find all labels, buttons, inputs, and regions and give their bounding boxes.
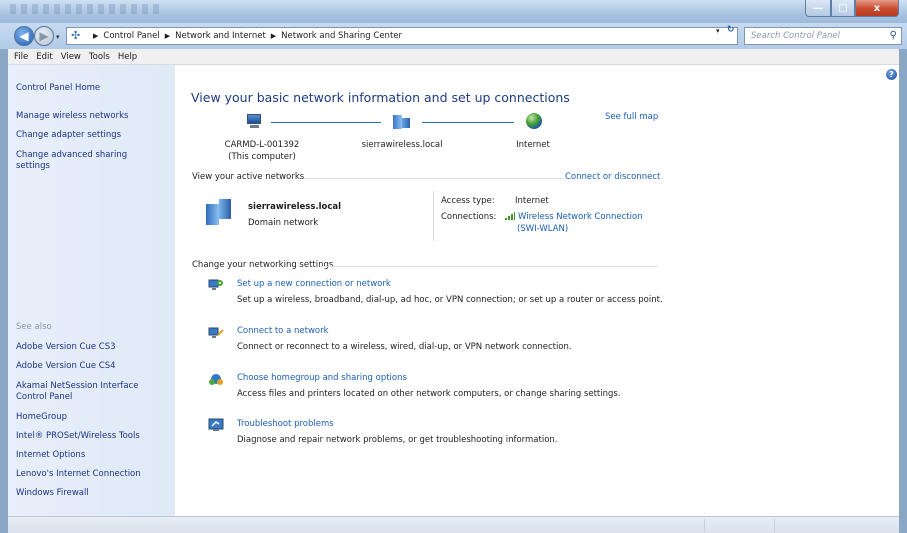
back-button[interactable]: ◀ bbox=[14, 26, 34, 46]
address-dropdown-icon[interactable]: ▾ bbox=[716, 27, 720, 35]
window-title-bar[interactable]: — □ x bbox=[0, 0, 907, 23]
forward-button[interactable]: ▶ bbox=[34, 26, 54, 46]
window-title-ghost bbox=[10, 4, 160, 14]
this-computer-label: (This computer) bbox=[228, 152, 296, 162]
active-network-type[interactable]: Domain network bbox=[248, 218, 318, 228]
see-also-adobe-cs4[interactable]: Adobe Version Cue CS4 bbox=[16, 361, 171, 372]
connect-network-icon[interactable] bbox=[208, 326, 224, 340]
menu-edit[interactable]: Edit bbox=[36, 52, 52, 62]
maximize-button[interactable]: □ bbox=[831, 0, 855, 17]
troubleshoot-problems-desc: Diagnose and repair network problems, or… bbox=[237, 435, 558, 445]
section-divider bbox=[305, 178, 563, 179]
menu-file[interactable]: File bbox=[14, 52, 28, 62]
vertical-divider bbox=[433, 191, 434, 241]
main-content: ? View your basic network information an… bbox=[175, 65, 899, 516]
breadcrumb-network-sharing-center[interactable]: Network and Sharing Center bbox=[281, 31, 402, 41]
connect-to-network-desc: Connect or reconnect to a wireless, wire… bbox=[237, 342, 572, 352]
task-pane: Control Panel Home Manage wireless netwo… bbox=[8, 65, 175, 516]
new-connection-icon[interactable] bbox=[208, 278, 224, 292]
homegroup-icon[interactable] bbox=[208, 372, 224, 386]
search-placeholder: Search Control Panel bbox=[751, 31, 841, 41]
homegroup-sharing-desc: Access files and printers located on oth… bbox=[237, 389, 621, 399]
troubleshoot-icon[interactable] bbox=[208, 418, 224, 432]
internet-globe-icon[interactable] bbox=[525, 113, 543, 129]
help-icon[interactable]: ? bbox=[886, 69, 897, 80]
search-input[interactable]: Search Control Panel ⚲ bbox=[744, 27, 902, 45]
see-also-lenovo[interactable]: Lenovo's Internet Connection bbox=[16, 469, 171, 480]
control-panel-icon: ✣ bbox=[71, 29, 81, 42]
see-also-homegroup[interactable]: HomeGroup bbox=[16, 412, 171, 423]
active-networks-title: View your active networks bbox=[192, 172, 305, 182]
minimize-button[interactable]: — bbox=[805, 0, 831, 17]
window-controls: — □ x bbox=[805, 0, 899, 17]
breadcrumb-control-panel[interactable]: Control Panel bbox=[103, 31, 159, 41]
breadcrumb-chevron-icon[interactable]: ▶ bbox=[93, 32, 98, 40]
access-type-value: Internet bbox=[515, 196, 549, 206]
see-also-internet-options[interactable]: Internet Options bbox=[16, 450, 171, 461]
wireless-connection-name[interactable]: Wireless Network Connection bbox=[518, 212, 643, 222]
status-divider bbox=[774, 519, 775, 532]
setup-new-connection-desc: Set up a wireless, broadband, dial-up, a… bbox=[237, 295, 663, 305]
navigation-bar: ◀ ▶ ▾ ✣ ▶ Control Panel ▶ Network and In… bbox=[0, 23, 907, 49]
menu-bar: File Edit View Tools Help bbox=[8, 49, 899, 65]
computer-name-label: CARMD-L-001392 bbox=[224, 140, 300, 150]
control-panel-home-link[interactable]: Control Panel Home bbox=[16, 83, 171, 94]
change-adapter-settings-link[interactable]: Change adapter settings bbox=[16, 130, 171, 141]
menu-tools[interactable]: Tools bbox=[89, 52, 110, 62]
wireless-connection-link[interactable]: Wireless Network Connection bbox=[505, 212, 643, 222]
connections-label: Connections: bbox=[441, 212, 497, 222]
recent-pages-dropdown-icon[interactable]: ▾ bbox=[56, 33, 60, 41]
troubleshoot-problems-link[interactable]: Troubleshoot problems bbox=[237, 419, 334, 429]
breadcrumb-chevron-icon[interactable]: ▶ bbox=[165, 32, 170, 40]
see-also-adobe-cs3[interactable]: Adobe Version Cue CS3 bbox=[16, 342, 171, 353]
menu-help[interactable]: Help bbox=[118, 52, 137, 62]
connect-to-network-link[interactable]: Connect to a network bbox=[237, 326, 329, 336]
internet-node-label: Internet bbox=[516, 140, 550, 150]
wireless-connection-ssid[interactable]: (SWI-WLAN) bbox=[517, 224, 568, 234]
change-advanced-sharing-link[interactable]: Change advanced sharing settings bbox=[16, 150, 136, 172]
active-network-name: sierrawireless.local bbox=[248, 202, 342, 212]
see-also-label: See also bbox=[16, 322, 52, 332]
setup-new-connection-link[interactable]: Set up a new connection or network bbox=[237, 279, 391, 289]
breadcrumb-network-and-internet[interactable]: Network and Internet bbox=[175, 31, 266, 41]
domain-node-label: sierrawireless.local bbox=[361, 140, 443, 150]
connection-line bbox=[271, 122, 381, 123]
see-also-intel-proset[interactable]: Intel® PROSet/Wireless Tools bbox=[16, 431, 171, 442]
wireless-signal-icon bbox=[505, 212, 515, 220]
connection-line bbox=[422, 122, 514, 123]
status-divider bbox=[704, 519, 705, 532]
domain-network-icon[interactable] bbox=[393, 113, 411, 129]
change-settings-title: Change your networking settings bbox=[192, 260, 334, 270]
section-divider bbox=[321, 266, 658, 267]
page-title: View your basic network information and … bbox=[191, 90, 570, 105]
address-bar[interactable]: ✣ ▶ Control Panel ▶ Network and Internet… bbox=[66, 27, 738, 45]
see-also-akamai[interactable]: Akamai NetSession Interface Control Pane… bbox=[16, 381, 156, 403]
search-icon[interactable]: ⚲ bbox=[890, 30, 897, 41]
menu-view[interactable]: View bbox=[61, 52, 81, 62]
refresh-icon[interactable]: ↻ bbox=[727, 25, 735, 35]
breadcrumb-chevron-icon[interactable]: ▶ bbox=[271, 32, 276, 40]
close-button[interactable]: x bbox=[855, 0, 899, 17]
see-also-windows-firewall[interactable]: Windows Firewall bbox=[16, 488, 171, 499]
status-bar bbox=[8, 516, 899, 533]
manage-wireless-networks-link[interactable]: Manage wireless networks bbox=[16, 111, 171, 122]
computer-icon[interactable] bbox=[245, 114, 263, 130]
domain-network-large-icon[interactable] bbox=[206, 199, 232, 225]
see-full-map-link[interactable]: See full map bbox=[605, 112, 658, 122]
homegroup-sharing-link[interactable]: Choose homegroup and sharing options bbox=[237, 373, 407, 383]
connect-or-disconnect-link[interactable]: Connect or disconnect bbox=[565, 172, 660, 182]
access-type-label: Access type: bbox=[441, 196, 495, 206]
